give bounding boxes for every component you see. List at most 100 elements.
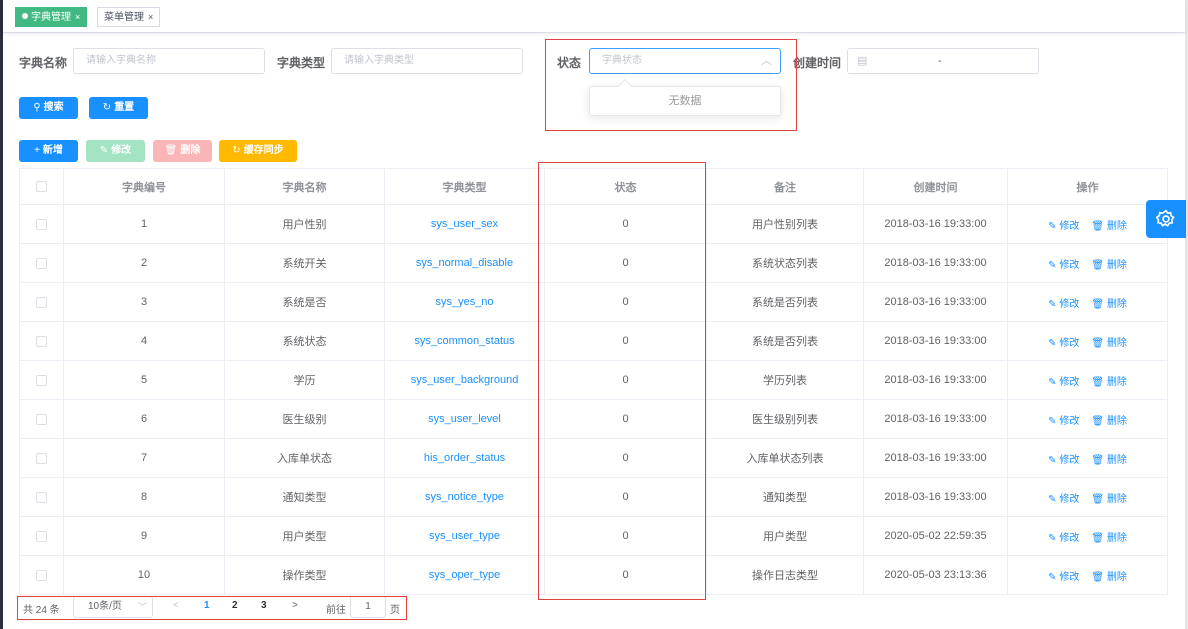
edit-icon: ✎ bbox=[99, 145, 109, 156]
row-delete-button[interactable]: 🗑 删除 bbox=[1091, 217, 1126, 232]
page-3[interactable]: 3 bbox=[261, 600, 267, 611]
row-edit-button[interactable]: ✎ 修改 bbox=[1048, 295, 1079, 310]
row-edit-button[interactable]: ✎ 修改 bbox=[1048, 568, 1079, 583]
cell-dict-type-link[interactable]: sys_user_background bbox=[385, 361, 545, 399]
page-1[interactable]: 1 bbox=[204, 600, 210, 611]
cell-actions: ✎ 修改 🗑 删除 bbox=[1008, 439, 1168, 477]
table-row: 2 系统开关 sys_normal_disable 0 系统状态列表 2018-03-16… bbox=[20, 244, 1168, 283]
select-all-checkbox[interactable] bbox=[36, 181, 47, 192]
trash-icon: 🗑 bbox=[1091, 259, 1107, 271]
row-checkbox-cell bbox=[20, 439, 64, 477]
delete-button[interactable]: 🗑 删除 bbox=[153, 140, 212, 162]
dict-type-input[interactable]: 请输入字典类型 bbox=[331, 48, 523, 74]
prev-page-icon[interactable]: < bbox=[173, 600, 179, 611]
cell-status: 0 bbox=[545, 322, 707, 360]
page-size-select[interactable]: 10条/页 ﹀ bbox=[73, 596, 153, 618]
cell-dict-id: 2 bbox=[64, 244, 225, 282]
table-header: 字典编号 字典名称 字典类型 状态 备注 创建时间 操作 bbox=[20, 169, 1168, 205]
row-delete-button[interactable]: 🗑 删除 bbox=[1091, 295, 1126, 310]
cell-remark: 系统是否列表 bbox=[707, 322, 864, 360]
cell-created-time: 2018-03-16 19:33:00 bbox=[864, 283, 1008, 321]
row-delete-button[interactable]: 🗑 删除 bbox=[1091, 490, 1126, 505]
row-edit-button[interactable]: ✎ 修改 bbox=[1048, 451, 1079, 466]
cell-dict-type-link[interactable]: sys_normal_disable bbox=[385, 244, 545, 282]
table-row: 3 系统是否 sys_yes_no 0 系统是否列表 2018-03-16 19:33:0… bbox=[20, 283, 1168, 322]
cache-sync-button[interactable]: ↻ 缓存同步 bbox=[219, 140, 297, 162]
tab-close-icon[interactable]: × bbox=[75, 12, 80, 22]
row-edit-button[interactable]: ✎ 修改 bbox=[1048, 490, 1079, 505]
cell-status: 0 bbox=[545, 283, 707, 321]
settings-button[interactable] bbox=[1146, 200, 1186, 238]
cell-dict-id: 10 bbox=[64, 556, 225, 594]
cell-dict-type-link[interactable]: sys_common_status bbox=[385, 322, 545, 360]
cell-dict-name: 医生级别 bbox=[225, 400, 385, 438]
cell-dict-name: 系统是否 bbox=[225, 283, 385, 321]
tab-dict-management[interactable]: 字典管理 × bbox=[15, 7, 88, 27]
row-delete-button[interactable]: 🗑 删除 bbox=[1091, 451, 1126, 466]
cell-dict-type-link[interactable]: his_order_status bbox=[385, 439, 545, 477]
dict-name-input[interactable]: 请输入字典名称 bbox=[73, 48, 265, 74]
goto-page-input[interactable]: 1 bbox=[350, 596, 386, 618]
row-edit-button[interactable]: ✎ 修改 bbox=[1048, 217, 1079, 232]
cell-dict-type-link[interactable]: sys_user_sex bbox=[385, 205, 545, 243]
cell-dict-type-link[interactable]: sys_yes_no bbox=[385, 283, 545, 321]
row-checkbox[interactable] bbox=[36, 569, 47, 581]
row-checkbox-cell bbox=[20, 361, 64, 399]
cell-actions: ✎ 修改 🗑 删除 bbox=[1008, 556, 1168, 594]
page-2[interactable]: 2 bbox=[232, 600, 238, 611]
row-edit-button[interactable]: ✎ 修改 bbox=[1048, 373, 1079, 388]
row-edit-button[interactable]: ✎ 修改 bbox=[1048, 529, 1079, 544]
row-checkbox[interactable] bbox=[36, 413, 47, 425]
cell-status: 0 bbox=[545, 361, 707, 399]
edit-icon: ✎ bbox=[1048, 220, 1060, 232]
trash-icon: 🗑 bbox=[1091, 532, 1107, 544]
reset-button[interactable]: ↻ 重置 bbox=[89, 97, 148, 119]
add-button[interactable]: + 新增 bbox=[19, 140, 78, 162]
trash-icon: 🗑 bbox=[164, 145, 178, 156]
tab-close-icon[interactable]: × bbox=[148, 12, 153, 22]
row-checkbox[interactable] bbox=[36, 491, 47, 503]
row-checkbox[interactable] bbox=[36, 452, 47, 464]
row-delete-button[interactable]: 🗑 删除 bbox=[1091, 334, 1126, 349]
cell-dict-type-link[interactable]: sys_notice_type bbox=[385, 478, 545, 516]
row-delete-button[interactable]: 🗑 删除 bbox=[1091, 529, 1126, 544]
row-edit-button[interactable]: ✎ 修改 bbox=[1048, 412, 1079, 427]
row-edit-button[interactable]: ✎ 修改 bbox=[1048, 334, 1079, 349]
trash-icon: 🗑 bbox=[1091, 220, 1107, 232]
row-checkbox[interactable] bbox=[36, 374, 47, 386]
refresh-icon: ↻ bbox=[232, 145, 241, 156]
row-delete-button[interactable]: 🗑 删除 bbox=[1091, 373, 1126, 388]
table-row: 4 系统状态 sys_common_status 0 系统是否列表 2018-03-16 … bbox=[20, 322, 1168, 361]
row-checkbox[interactable] bbox=[36, 335, 47, 347]
header-dict-type: 字典类型 bbox=[385, 169, 545, 204]
cell-created-time: 2018-03-16 19:33:00 bbox=[864, 400, 1008, 438]
edit-button[interactable]: ✎ 修改 bbox=[86, 140, 145, 162]
cell-created-time: 2018-03-16 19:33:00 bbox=[864, 322, 1008, 360]
cell-dict-type-link[interactable]: sys_oper_type bbox=[385, 556, 545, 594]
row-delete-button[interactable]: 🗑 删除 bbox=[1091, 256, 1126, 271]
row-delete-button[interactable]: 🗑 删除 bbox=[1091, 412, 1126, 427]
cell-dict-type-link[interactable]: sys_user_level bbox=[385, 400, 545, 438]
status-select[interactable]: 字典状态 ︿ bbox=[589, 48, 781, 74]
search-button[interactable]: ⚲ 搜索 bbox=[19, 97, 78, 119]
cell-actions: ✎ 修改 🗑 删除 bbox=[1008, 283, 1168, 321]
cell-status: 0 bbox=[545, 556, 707, 594]
trash-icon: 🗑 bbox=[1091, 298, 1107, 310]
row-delete-button[interactable]: 🗑 删除 bbox=[1091, 568, 1126, 583]
row-checkbox[interactable] bbox=[36, 257, 47, 269]
total-count: 共 24 条 bbox=[23, 605, 60, 616]
tab-menu-management[interactable]: 菜单管理 × bbox=[97, 7, 161, 27]
row-checkbox[interactable] bbox=[36, 296, 47, 308]
cell-dict-type-link[interactable]: sys_user_type bbox=[385, 517, 545, 555]
row-checkbox[interactable] bbox=[36, 530, 47, 542]
trash-icon: 🗑 bbox=[1091, 415, 1107, 427]
trash-icon: 🗑 bbox=[1091, 454, 1107, 466]
active-dot-icon bbox=[22, 13, 28, 19]
row-checkbox[interactable] bbox=[36, 218, 47, 230]
row-edit-button[interactable]: ✎ 修改 bbox=[1048, 256, 1079, 271]
date-range-picker[interactable]: ▤ - bbox=[847, 48, 1039, 74]
cell-status: 0 bbox=[545, 517, 707, 555]
trash-icon: 🗑 bbox=[1091, 376, 1107, 388]
cell-created-time: 2018-03-16 19:33:00 bbox=[864, 439, 1008, 477]
next-page-icon[interactable]: > bbox=[292, 600, 298, 611]
